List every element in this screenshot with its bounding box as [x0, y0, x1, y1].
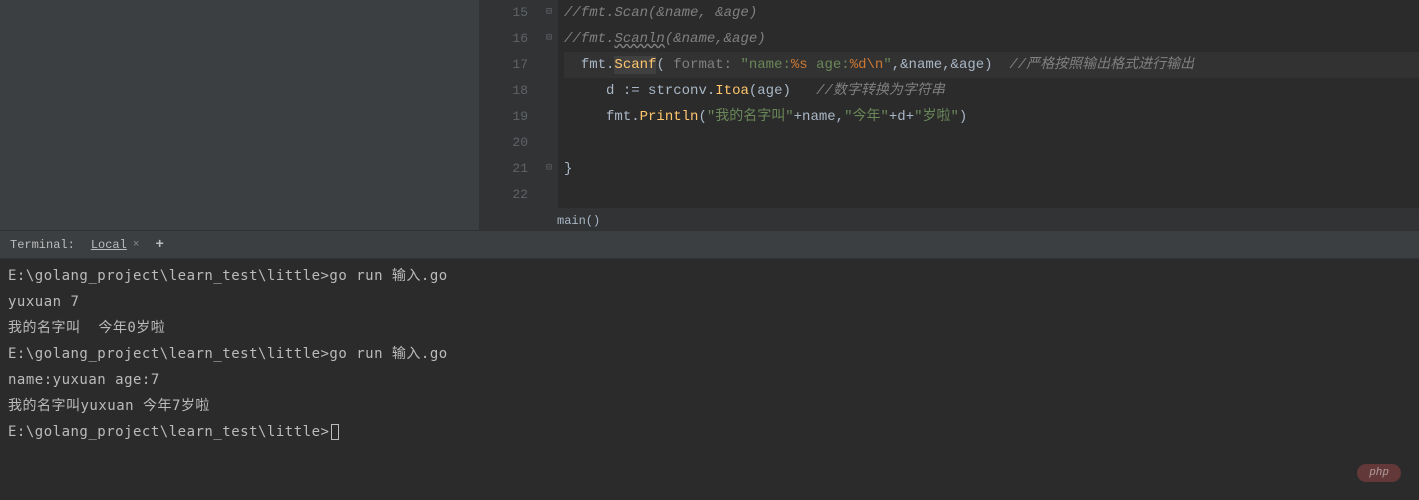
code-content[interactable]: //fmt.Scan(&name, &age) //fmt.Scanln(&na… — [558, 0, 1419, 208]
line-number: 20 — [480, 130, 528, 156]
code-line: //fmt.Scanln(&name,&age) — [564, 26, 1419, 52]
code-line: } — [564, 156, 1419, 182]
code-line: d := strconv.Itoa(age) //数字转换为字符串 — [564, 78, 1419, 104]
terminal-prompt-line: E:\golang_project\learn_test\little> — [8, 419, 1411, 445]
line-number: 19 — [480, 104, 528, 130]
terminal-cursor — [331, 424, 339, 440]
comment-text: //数字转换为字符串 — [791, 83, 945, 99]
terminal-line: name:yuxuan age:7 — [8, 367, 1411, 393]
terminal-panel: Terminal: Local × + E:\golang_project\le… — [0, 230, 1419, 500]
terminal-line: E:\golang_project\learn_test\little>go r… — [8, 341, 1411, 367]
line-number: 21 — [480, 156, 528, 182]
comment-text: Scanln — [614, 31, 664, 47]
terminal-line: E:\golang_project\learn_test\little>go r… — [8, 263, 1411, 289]
comment-text: //严格按照输出格式进行输出 — [993, 57, 1195, 73]
line-number: 22 — [480, 182, 528, 208]
terminal-line: 我的名字叫 今年0岁啦 — [8, 315, 1411, 341]
comment-text: (&name,&age) — [665, 31, 766, 47]
line-number: 17 — [480, 52, 528, 78]
terminal-header: Terminal: Local × + — [0, 231, 1419, 259]
code-area: 15 16 17 18 19 20 21 22 ⊟ ⊟ ⊟ — [480, 0, 1419, 230]
code-editor[interactable]: 15 16 17 18 19 20 21 22 ⊟ ⊟ ⊟ — [480, 0, 1419, 208]
fold-icon[interactable]: ⊟ — [540, 156, 558, 182]
code-line: fmt.Println("我的名字叫"+name,"今年"+d+"岁啦") — [564, 104, 1419, 130]
editor-area: 15 16 17 18 19 20 21 22 ⊟ ⊟ ⊟ — [0, 0, 1419, 230]
fold-gutter: ⊟ ⊟ ⊟ — [540, 0, 558, 208]
line-number: 18 — [480, 78, 528, 104]
breadcrumb[interactable]: main() — [480, 208, 1419, 232]
line-number-gutter: 15 16 17 18 19 20 21 22 — [480, 0, 540, 208]
code-line-current: fmt.Scanf( format: "name:%s age:%d\n",&n… — [564, 52, 1419, 78]
breadcrumb-item[interactable]: main() — [557, 214, 600, 228]
fold-icon[interactable]: ⊟ — [540, 0, 558, 26]
fold-icon[interactable]: ⊟ — [540, 26, 558, 52]
terminal-line: 我的名字叫yuxuan 今年7岁啦 — [8, 393, 1411, 419]
code-line — [564, 130, 1419, 156]
line-number: 16 — [480, 26, 528, 52]
project-panel — [0, 0, 480, 230]
line-number: 15 — [480, 0, 528, 26]
new-terminal-button[interactable]: + — [155, 237, 163, 253]
terminal-output[interactable]: E:\golang_project\learn_test\little>go r… — [0, 259, 1419, 500]
comment-text: //fmt.Scan(&name, &age) — [564, 5, 757, 21]
terminal-label: Terminal: — [10, 238, 75, 252]
terminal-tab[interactable]: Local — [91, 238, 127, 252]
code-line: //fmt.Scan(&name, &age) — [564, 0, 1419, 26]
close-icon[interactable]: × — [133, 239, 140, 251]
code-line — [564, 182, 1419, 208]
comment-text: //fmt. — [564, 31, 614, 47]
watermark: php — [1357, 464, 1401, 482]
terminal-line: yuxuan 7 — [8, 289, 1411, 315]
